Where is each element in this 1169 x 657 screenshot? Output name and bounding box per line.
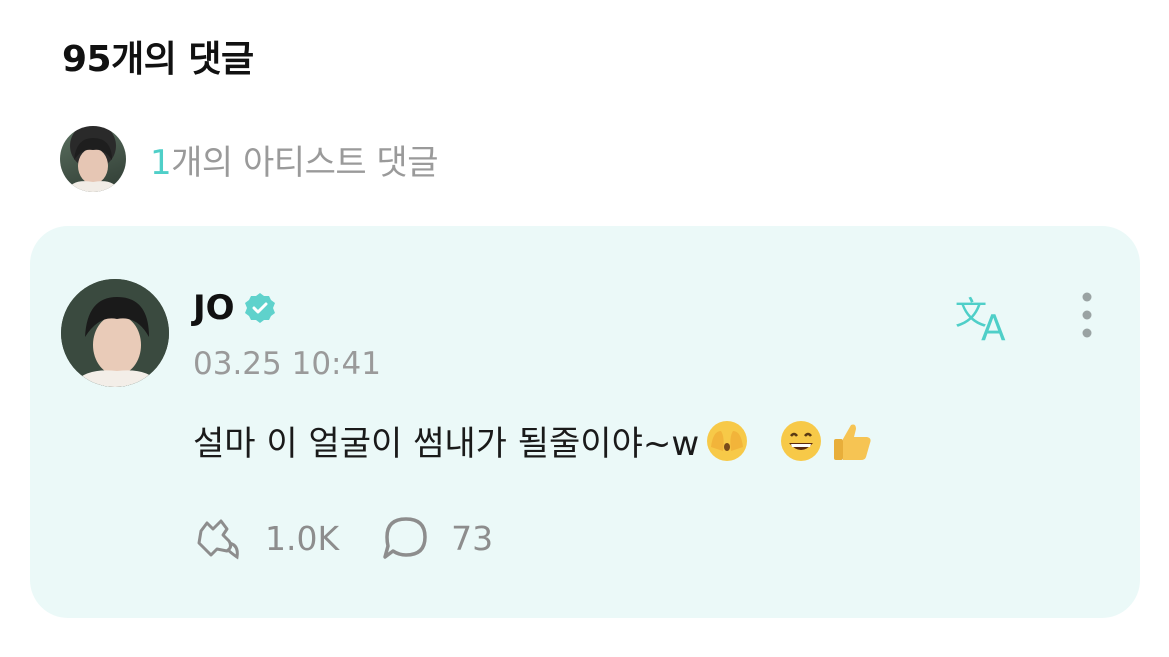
comments-count-title: 95개의 댓글: [62, 39, 254, 80]
artist-comments-label: 1개의 아티스트 댓글: [150, 135, 438, 184]
artist-comment-card: JO 03.25 10:41 설마 이 얼굴이 썸내가 될줄이야~w 文 A 1…: [30, 226, 1140, 618]
face-with-hand-over-eyes-emoji-icon: [707, 420, 748, 461]
reply-bubble-icon[interactable]: [379, 513, 433, 563]
reply-count: 73: [451, 518, 494, 558]
comment-timestamp: 03.25 10:41: [193, 346, 381, 382]
comment-body: 설마 이 얼굴이 썸내가 될줄이야~w: [193, 416, 877, 465]
svg-text:A: A: [981, 308, 1006, 344]
grinning-face-emoji-icon: [781, 420, 822, 461]
artist-comments-filter[interactable]: 1개의 아티스트 댓글: [60, 126, 438, 192]
comment-text: 설마 이 얼굴이 썸내가 될줄이야~w: [193, 424, 700, 464]
more-vertical-icon[interactable]: [1076, 290, 1098, 344]
artist-avatar: [60, 126, 126, 192]
like-icon[interactable]: [193, 513, 247, 563]
author-row: JO: [193, 288, 277, 328]
artist-comments-count: 1: [150, 142, 172, 183]
translate-icon[interactable]: 文 A: [955, 290, 1019, 344]
author-avatar[interactable]: [61, 279, 169, 387]
verified-badge-icon: [244, 293, 275, 323]
author-name[interactable]: JO: [193, 288, 235, 328]
comment-actions: 1.0K 73: [193, 513, 493, 563]
thumbs-up-emoji-icon: [834, 424, 871, 460]
like-count: 1.0K: [265, 518, 340, 558]
artist-comments-text: 개의 아티스트 댓글: [171, 142, 438, 183]
